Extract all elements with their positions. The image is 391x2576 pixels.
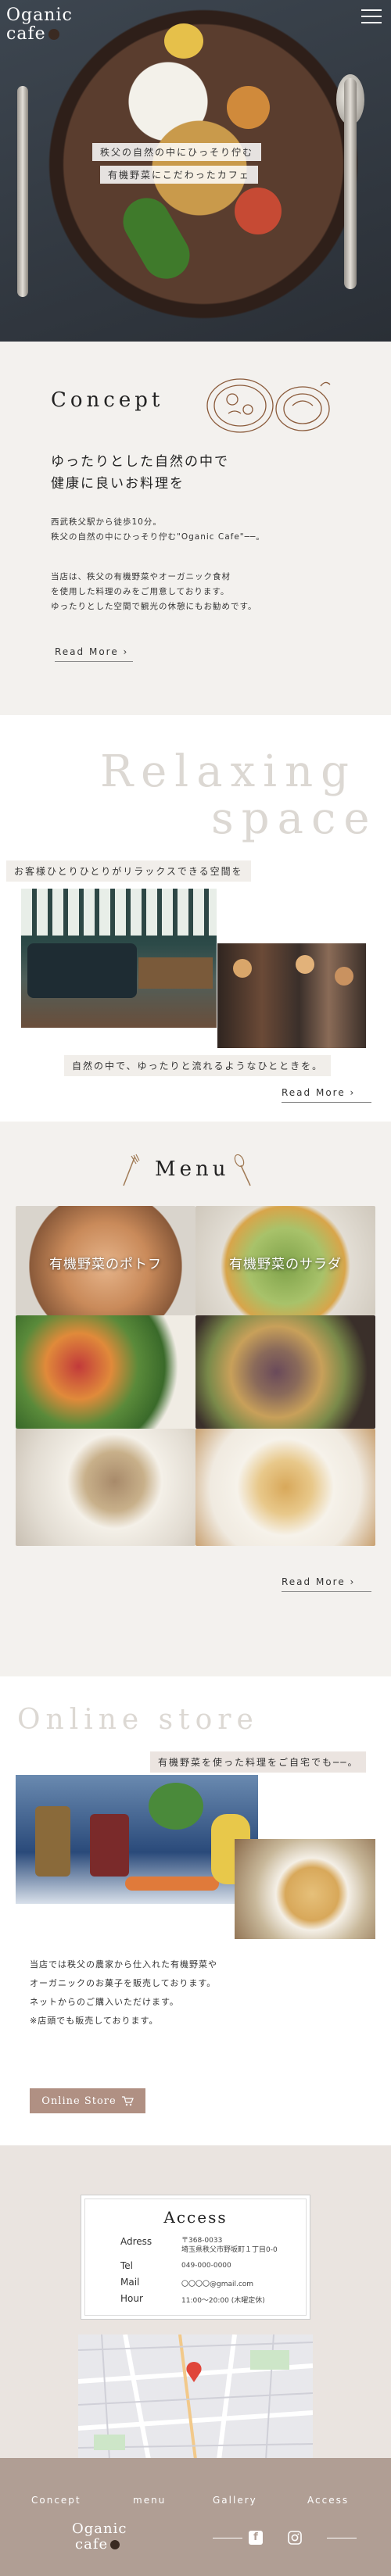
logo-line1: Oganic [6,5,73,25]
menu-read-more-link[interactable]: Read More › [282,1576,371,1592]
access-title: Access [163,2208,228,2227]
menu-section: Menu 有機野菜のポトフ 有機野菜のサラダ Read More › [0,1122,391,1676]
spoon-image [344,78,357,289]
text-line: ゆったりとした空間で観光の休憩にもお勧めです。 [51,602,257,611]
text-line: ネットからのご購入いただけます。 [30,1997,179,2007]
online-caption-strip: 有機野菜を使った料理をご自宅でも──。 [150,1751,367,1773]
hero-food-decoration [164,23,203,59]
concept-heading-line1: ゆったりとした自然の中で [51,454,229,470]
smoothie-photo [16,1775,258,1904]
hero-food-decoration [114,189,199,288]
relax-read-more-link[interactable]: Read More › [282,1087,371,1103]
menu-item-salad[interactable]: 有機野菜のサラダ [196,1206,375,1315]
text-line: 当店では秩父の農家から仕入れた有機野菜や [30,1959,217,1970]
hero-tagline-1: 秩父の自然の中にひっそり佇む [92,143,262,161]
instagram-icon[interactable] [288,2531,302,2545]
menu-item-label: 有機野菜のポトフ [49,1257,162,1272]
footer-logo[interactable]: Oganic cafe [72,2521,127,2553]
hero-section: Oganic cafe 秩父の自然の中にひっそり佇む 有機野菜にこだわったカフェ [0,0,391,342]
menu-item-grain-salad[interactable] [16,1429,196,1546]
online-description: 当店では秩父の農家から仕入れた有機野菜や オーガニックのお菓子を販売しております… [30,1955,217,2030]
menu-item-label: 有機野菜のサラダ [229,1257,342,1272]
text-line: 西武秩父駅から徒歩10分。 [51,517,162,527]
menu-item-vegetable-plate[interactable] [16,1315,196,1429]
map-pin-icon [186,2362,202,2382]
cafe-interior-photo [217,943,366,1048]
address-label: Adress [120,2236,152,2247]
online-store-button[interactable]: Online Store [30,2088,145,2113]
map-roads [78,2334,313,2460]
sofa-interior-photo [21,889,217,1028]
relax-title-line2: space [211,793,378,844]
concept-heading: ゆったりとした自然の中で 健康に良いお料理を [51,451,229,495]
relax-title-line1: Relaxing [100,746,357,797]
footer-nav-access[interactable]: Access [307,2495,349,2506]
read-more-label: Read More [282,1576,346,1587]
concept-paragraph-1: 西武秩父駅から徒歩10分。 秩父の自然の中にひっそり佇む"Oganic Cafe… [51,515,265,545]
footer-logo-line2: cafe [75,2536,109,2553]
text-line: オーガニックのお菓子を販売しております。 [30,1978,217,1988]
address-value: 埼玉県秩父市野坂町１丁目0-0 [181,2246,278,2254]
cream-puff-photo [235,1839,375,1939]
read-more-label: Read More [282,1087,346,1098]
online-store-button-label: Online Store [41,2095,117,2107]
chevron-right-icon: › [350,1087,356,1098]
footer [0,2458,391,2576]
fork-icon [123,1154,140,1186]
text-line: 秩父の自然の中にひっそり佇む"Oganic Cafe"──。 [51,532,265,542]
tel-label: Tel [120,2260,134,2271]
read-more-label: Read More [55,646,119,657]
text-line: ※店頭でも販売しております。 [30,2016,159,2026]
online-title: Online store [17,1704,259,1736]
chevron-right-icon: › [123,646,129,657]
shopping-cart-icon [121,2096,134,2106]
tel-value[interactable]: 049-000-0000 [181,2262,231,2270]
hero-tagline-2: 有機野菜にこだわったカフェ [100,166,258,184]
text-line: 当店は、秩父の有機野菜やオーガニック食材 [51,572,231,581]
access-info-card: Access Adress 〒368-0033 埼玉県秩父市野坂町１丁目0-0 … [81,2195,310,2320]
dishes-illustration-icon [206,378,331,433]
hero-food-decoration [227,86,270,129]
facebook-icon[interactable]: f [249,2531,263,2545]
footer-logo-line1: Oganic [72,2521,127,2537]
concept-title: Concept [51,388,164,412]
site-logo[interactable]: Oganic cafe [6,6,73,44]
access-map[interactable] [78,2334,313,2460]
logo-mark-icon [110,2540,120,2549]
menu-item-fish-dish[interactable] [196,1429,375,1546]
menu-item-grain-plate[interactable] [196,1315,375,1429]
relax-caption-strip: お客様ひとりひとりがリラックスできる空間を [6,860,251,882]
menu-item-pot-au-feu[interactable]: 有機野菜のポトフ [16,1206,196,1315]
mail-value[interactable]: 〇〇〇〇@gmail.com [181,2278,253,2288]
chevron-right-icon: › [350,1576,356,1587]
text-line: を使用した料理のみをご用意しております。 [51,587,230,596]
relax-caption-strip-2: 自然の中で、ゆったりと流れるようなひとときを。 [64,1055,332,1076]
concept-paragraph-2: 当店は、秩父の有機野菜やオーガニック食材 を使用した料理のみをご用意しております… [51,570,256,614]
concept-heading-line2: 健康に良いお料理を [51,476,185,492]
mail-label: Mail [120,2277,140,2288]
online-store-section: Online store 有機野菜を使った料理をご自宅でも──。 当店では秩父の… [0,1676,391,2145]
hour-label: Hour [120,2293,143,2304]
hamburger-menu-icon[interactable] [361,9,382,27]
footer-nav-concept[interactable]: Concept [31,2495,81,2506]
menu-title: Menu [155,1157,230,1181]
concept-section: Concept ゆったりとした自然の中で 健康に良いお料理を 西武秩父駅から徒歩… [0,342,391,715]
logo-line2: cafe [6,24,46,44]
concept-read-more-link[interactable]: Read More › [55,646,133,662]
hero-food-decoration [235,188,282,234]
fork-image [17,86,28,297]
relaxing-space-section: Relaxing space お客様ひとりひとりがリラックスできる空間を 自然の… [0,715,391,1122]
footer-nav-gallery[interactable]: Gallery [213,2495,257,2506]
footer-nav-menu[interactable]: menu [133,2495,166,2506]
logo-mark-icon [48,29,59,40]
spoon-icon [234,1154,251,1186]
hour-value: 11:00～20:00 (木曜定休) [181,2297,265,2305]
